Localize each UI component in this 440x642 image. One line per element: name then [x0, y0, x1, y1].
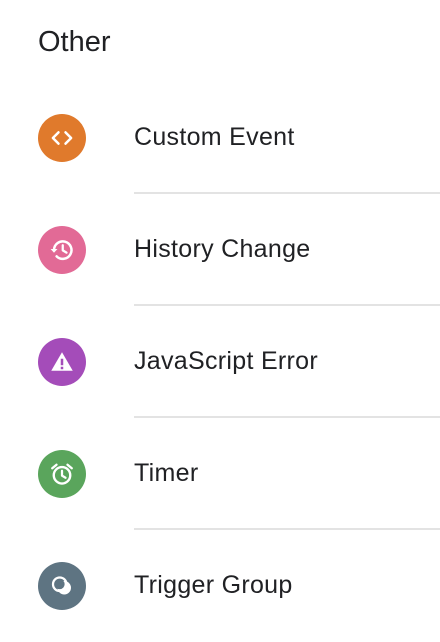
code-brackets-icon [38, 114, 86, 162]
list-item-label: History Change [134, 235, 311, 263]
trigger-group-icon [38, 562, 86, 610]
history-icon [38, 226, 86, 274]
warning-icon [38, 338, 86, 386]
list-item-custom-event[interactable]: Custom Event [0, 82, 440, 194]
list-item-javascript-error[interactable]: JavaScript Error [0, 306, 440, 418]
list-item-label: Timer [134, 459, 199, 487]
alarm-clock-icon [38, 450, 86, 498]
list-item-timer[interactable]: Timer [0, 418, 440, 530]
list-item-label: Trigger Group [134, 571, 293, 599]
list-item-history-change[interactable]: History Change [0, 194, 440, 306]
section-title: Other [38, 26, 111, 58]
trigger-type-list: Custom Event History Change JavaScript E… [0, 82, 440, 642]
list-item-label: Custom Event [134, 123, 295, 151]
list-item-trigger-group[interactable]: Trigger Group [0, 530, 440, 642]
list-item-label: JavaScript Error [134, 347, 319, 375]
